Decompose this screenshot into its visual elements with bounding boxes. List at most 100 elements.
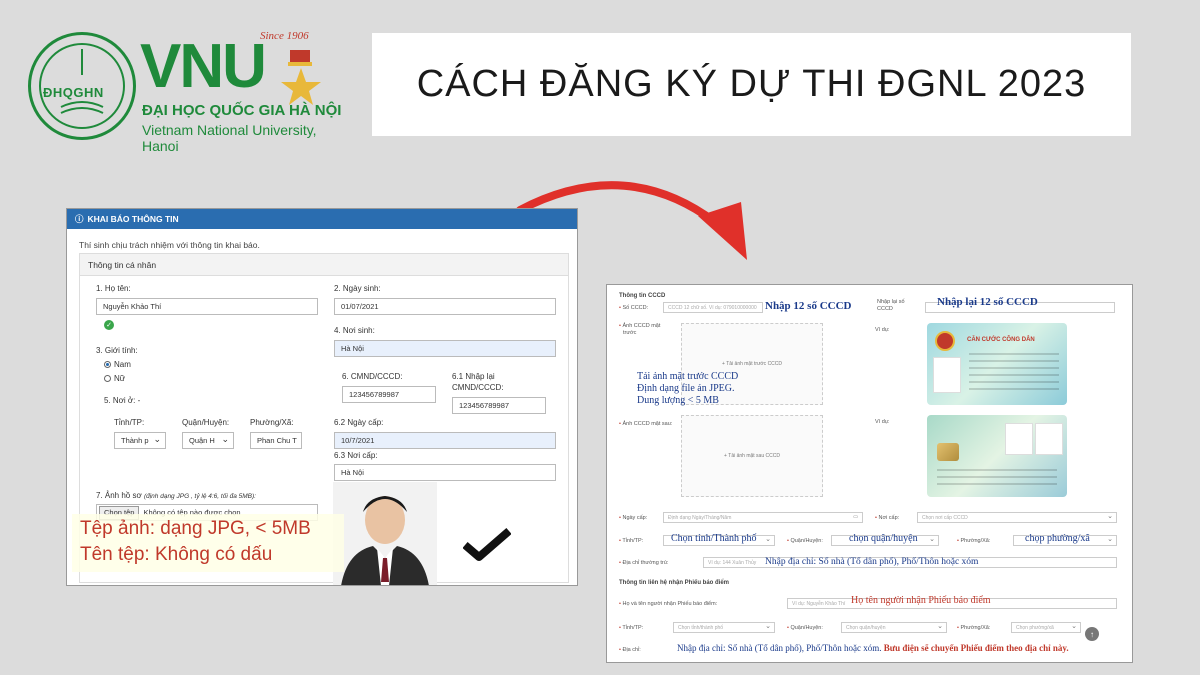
address-label-text: Địa chỉ thường trú: [622,560,669,566]
id-input[interactable]: 123456789987 [342,386,436,403]
file-type-note: Tệp ảnh: dạng JPG, < 5MB [80,518,311,539]
gender-male-label: Nam [114,360,131,369]
issue-date-label: • Ngày cấp: [619,515,648,521]
province-label: • Tỉnh/TP: [619,538,644,544]
page-title: CÁCH ĐĂNG KÝ DỰ THI ĐGNL 2023 [416,63,1087,105]
cccd-confirm-label-1: Nhập lại số [877,299,905,305]
id-confirm-input[interactable]: 123456789987 [452,397,546,414]
province-label: Tỉnh/TP: [114,418,145,427]
dob-label: 2. Ngày sinh: [334,284,381,293]
card-mrz-lines [937,469,1057,490]
district-label: Quận/Huyện: [182,418,230,427]
name-input[interactable]: Nguyễn Khảo Thí [96,298,318,315]
issue-date-input[interactable]: 10/7/2021 [334,432,556,449]
id-confirm-label-1: 6.1 Nhập lại [452,372,495,381]
card-text-lines [969,353,1059,395]
card-portrait [933,357,961,393]
form-header-title: KHAI BÁO THÔNG TIN [87,214,179,224]
valid-check-icon: ✓ [104,320,114,330]
front-note-2: Định dạng file ản JPEG. [637,383,735,394]
receiver-label: • Họ và tên người nhận Phiếu báo điểm: [619,601,718,607]
scroll-top-icon[interactable]: ↑ [1085,627,1099,641]
receiver-note: Họ tên người nhận Phiếu báo điểm [851,595,991,606]
front-label-text: Ảnh CCCD mặt [622,323,661,329]
front-note-3: Dung lượng < 5 MB [637,395,719,406]
vnu-logo: ĐHQGHN VNU Since 1906 ĐẠI HỌC QUỐC GIA H… [28,28,348,154]
back-label-text: Ảnh CCCD mặt sau: [622,421,673,427]
title-banner: CÁCH ĐĂNG KÝ DỰ THI ĐGNL 2023 [372,33,1131,136]
front-label-2: trước [623,330,637,336]
issue-place-label-text: Nơi cấp: [878,515,900,521]
front-note-1: Tải ảnh mặt trước CCCD [637,371,739,382]
c-address-note: Nhập địa chỉ: Số nhà (Tổ dân phố), Phố/T… [677,643,1069,653]
issue-date-input[interactable]: Định dạng Ngày/Tháng/Năm ▭ [663,512,863,523]
c-district-label-text: Quận/Huyện: [790,625,823,631]
front-label-1: • Ảnh CCCD mặt [619,323,661,329]
checkmark-icon [463,527,511,561]
form-header: ⓘ KHAI BÁO THÔNG TIN [67,209,577,229]
issue-place-select[interactable]: Chọn nơi cấp CCCD [917,512,1117,523]
emblem-text: ĐHQGHN [43,85,104,100]
c-address-label: • Địa chỉ: [619,647,641,653]
radio-checked-icon [104,361,111,369]
district-label: • Quận/Huyện: [787,538,823,544]
cccd-note: Nhập 12 số CCCD [765,300,852,312]
form-note: Thí sinh chịu trách nhiệm với thông tin … [79,240,260,250]
birthplace-input[interactable]: Hà Nội [334,340,556,357]
panel-title: Thông tin cá nhân [80,254,568,276]
chip-icon [937,443,959,461]
cccd-label: • Số CCCD: [619,305,649,311]
province-select[interactable]: Thành p [114,432,166,449]
gender-male-option[interactable]: Nam [104,360,131,369]
district-note: chọn quận/huyện [849,533,918,544]
info-icon: ⓘ [75,214,84,224]
logo-name-en: Vietnam National University, Hanoi [142,122,317,154]
district-label-text: Quận/Huyện: [790,538,823,544]
c-district-label: • Quận/Huyện: [787,625,823,631]
example-label-front: Ví dụ: [875,327,890,333]
ward-label-text: Phường/Xã: [960,538,991,544]
logo-emblem: ĐHQGHN [28,32,136,140]
photo-label: 7. Ảnh hồ sơ (định dạng JPG , tỷ lệ 4:6,… [96,491,256,500]
cccd-confirm-note: Nhập lại 12 số CCCD [937,296,1038,308]
district-select[interactable]: Quận H [182,432,234,449]
c-province-select[interactable]: Chọn tỉnh/thành phố [673,622,775,633]
logo-brand: VNU [140,32,267,101]
id-label: 6. CMND/CCCD: [342,372,403,381]
c-district-select[interactable]: Chọn quận/huyện [841,622,947,633]
national-emblem-icon [935,331,955,351]
dob-input[interactable]: 01/07/2021 [334,298,556,315]
contact-section-title: Thông tin liên hệ nhận Phiếu báo điểm [619,580,730,586]
file-name-note: Tên tệp: Không có dấu [80,544,273,565]
issue-place-label: • Nơi cấp: [875,515,900,521]
cccd-info-form-screenshot: Thông tin CCCD • Số CCCD: CCCD 12 chữ số… [606,284,1133,663]
file-requirement-note: Tệp ảnh: dạng JPG, < 5MB Tên tệp: Không … [72,514,344,572]
cccd-label-text: Số CCCD: [622,305,649,311]
radio-icon [104,375,111,383]
c-address-note-text: Nhập địa chỉ: Số nhà (Tổ dân phố), Phố/T… [677,643,882,653]
back-upload-area[interactable]: + Tải ảnh mặt sau CCCD [681,415,823,497]
residence-label: 5. Nơi ở: - [104,396,141,405]
address-note: Nhập địa chỉ: Số nhà (Tổ dân phố), Phố/T… [765,557,979,567]
ward-label: • Phường/Xã: [957,538,991,544]
personal-info-form-screenshot: ⓘ KHAI BÁO THÔNG TIN Thí sinh chịu trách… [66,208,578,586]
gender-female-option[interactable]: Nữ [104,374,125,383]
ward-note: chọp phường/xã [1025,533,1090,544]
c-province-label: • Tỉnh/TP: [619,625,644,631]
back-label: • Ảnh CCCD mặt sau: [619,421,673,427]
c-address-note-red: Bưu điện sẽ chuyển Phiếu điểm theo địa c… [883,643,1069,653]
issue-place-input[interactable]: Hà Nội [334,464,556,481]
c-province-label-text: Tỉnh/TP: [622,625,644,631]
c-ward-select[interactable]: Chọn phường/xã [1011,622,1081,633]
calendar-icon: ▭ [853,514,858,520]
cccd-input[interactable]: CCCD 12 chữ số. Ví dụ: 079010000000 [663,302,763,313]
medal-star-icon [281,50,321,105]
province-note: Chọn tỉnh/Thành phố [671,533,757,544]
issue-date-label: 6.2 Ngày cấp: [334,418,384,427]
issue-date-label-text: Ngày cấp: [622,515,648,521]
c-ward-label: • Phường/Xã: [957,625,991,631]
ward-input[interactable]: Phan Chu T [250,432,302,449]
ward-label: Phường/Xã: [250,418,294,427]
birthplace-label: 4. Nơi sinh: [334,326,375,335]
gender-label: 3. Giới tính: [96,346,138,355]
